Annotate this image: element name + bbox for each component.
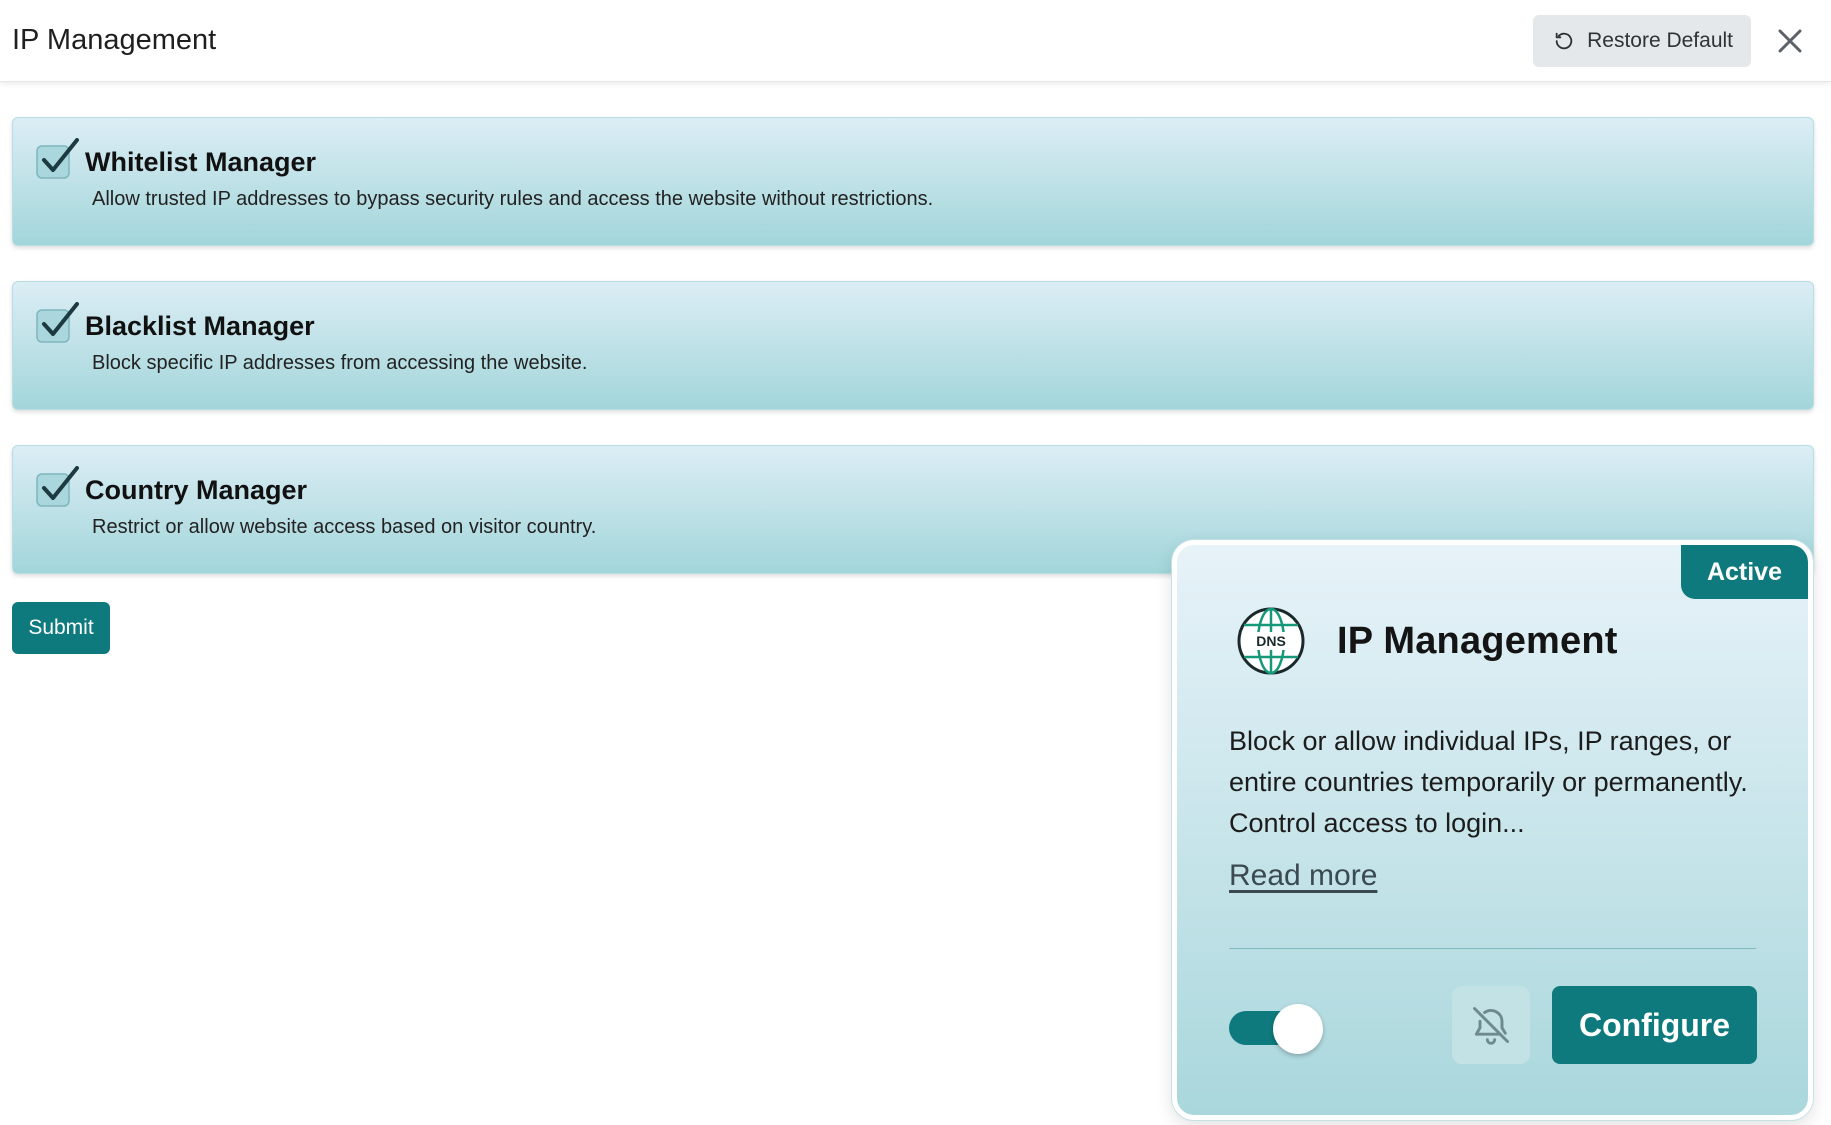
header-bar: IP Management Restore Default bbox=[0, 0, 1831, 82]
toggle-knob bbox=[1273, 1004, 1323, 1054]
bell-off-icon bbox=[1473, 1007, 1509, 1045]
restore-icon bbox=[1555, 32, 1573, 49]
dns-globe-icon: DNS bbox=[1237, 607, 1305, 675]
checkbox-checked-icon[interactable] bbox=[35, 302, 79, 346]
submit-button[interactable]: Submit bbox=[12, 602, 110, 654]
feature-description: Block specific IP addresses from accessi… bbox=[92, 352, 588, 374]
dns-icon-label: DNS bbox=[1256, 633, 1286, 649]
feature-title: Whitelist Manager bbox=[85, 146, 317, 177]
divider bbox=[1229, 948, 1756, 949]
module-description: Block or allow individual IPs, IP ranges… bbox=[1229, 726, 1748, 838]
feature-card-blacklist: Blacklist Manager Block specific IP addr… bbox=[12, 281, 1814, 410]
feature-title: Country Manager bbox=[85, 474, 308, 505]
restore-default-button[interactable]: Restore Default bbox=[1533, 14, 1751, 67]
feature-card-header: Country Manager bbox=[35, 466, 1813, 510]
close-button[interactable] bbox=[1775, 26, 1805, 56]
configure-button[interactable]: Configure bbox=[1552, 986, 1757, 1064]
header-actions: Restore Default bbox=[1533, 14, 1819, 67]
feature-description: Allow trusted IP addresses to bypass sec… bbox=[92, 188, 934, 210]
module-header: DNS IP Management bbox=[1235, 605, 1618, 677]
feature-card-whitelist: Whitelist Manager Allow trusted IP addre… bbox=[12, 117, 1814, 246]
close-icon bbox=[1778, 29, 1802, 52]
checkbox-checked-icon[interactable] bbox=[35, 466, 79, 510]
module-title: IP Management bbox=[1337, 619, 1618, 662]
module-enable-toggle[interactable] bbox=[1229, 1004, 1323, 1054]
feature-card-header: Whitelist Manager bbox=[35, 138, 1813, 182]
module-card-ip-management: Active DNS IP Management Block or allow … bbox=[1172, 540, 1813, 1120]
notifications-mute-button[interactable] bbox=[1452, 986, 1530, 1064]
page-title: IP Management bbox=[12, 24, 217, 56]
checkbox-checked-icon[interactable] bbox=[35, 138, 79, 182]
restore-default-label: Restore Default bbox=[1587, 28, 1733, 52]
feature-title: Blacklist Manager bbox=[85, 310, 315, 341]
read-more-link[interactable]: Read more bbox=[1229, 859, 1377, 893]
status-badge: Active bbox=[1680, 545, 1808, 599]
feature-description: Restrict or allow website access based o… bbox=[92, 516, 597, 538]
feature-card-header: Blacklist Manager bbox=[35, 302, 1813, 346]
